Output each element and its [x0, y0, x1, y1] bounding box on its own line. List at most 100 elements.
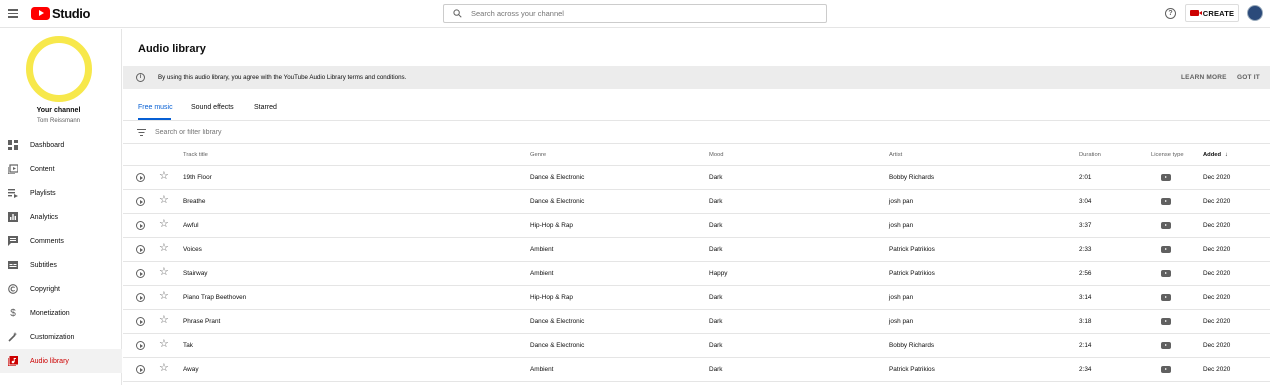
star-icon[interactable]: ☆ [159, 315, 169, 326]
youtube-logo-icon [31, 6, 50, 20]
sidebar-item-playlists[interactable]: Playlists [0, 181, 122, 205]
dashboard-icon [8, 140, 18, 150]
column-genre[interactable]: Genre [530, 152, 546, 158]
youtube-license-icon [1161, 198, 1171, 205]
learn-more-button[interactable]: LEARN MORE [1181, 74, 1227, 81]
sidebar-item-audio-library[interactable]: Audio library [0, 349, 122, 373]
track-artist: Patrick Patrikios [889, 366, 935, 373]
play-icon[interactable] [136, 365, 145, 374]
play-icon[interactable] [136, 173, 145, 182]
star-icon[interactable]: ☆ [159, 243, 169, 254]
youtube-license-icon [1161, 246, 1171, 253]
track-genre: Dance & Electronic [530, 174, 585, 181]
track-added: Dec 2020 [1203, 318, 1231, 325]
track-title: 19th Floor [183, 174, 212, 181]
column-license-type[interactable]: License type [1151, 152, 1184, 158]
sidebar-item-copyright[interactable]: Copyright [0, 277, 122, 301]
play-icon[interactable] [136, 293, 145, 302]
star-icon[interactable]: ☆ [159, 195, 169, 206]
banner-text: By using this audio library, you agree w… [158, 74, 407, 81]
track-duration: 2:34 [1079, 366, 1092, 373]
got-it-button[interactable]: GOT IT [1237, 74, 1260, 81]
channel-search-box[interactable] [443, 4, 827, 23]
track-title: Tak [183, 342, 193, 349]
star-icon[interactable]: ☆ [159, 219, 169, 230]
sidebar-item-monetization[interactable]: $ Monetization [0, 301, 122, 325]
track-mood: Dark [709, 198, 723, 205]
star-icon[interactable]: ☆ [159, 363, 169, 374]
table-row[interactable]: ☆ 19th Floor Dance & Electronic Dark Bobby R… [123, 166, 1270, 190]
table-row[interactable]: ☆ Phrase Prant Dance & Electronic Dark josh … [123, 310, 1270, 334]
track-artist: Patrick Patrikios [889, 246, 935, 253]
account-avatar[interactable] [1247, 5, 1263, 21]
sidebar-item-content[interactable]: Content [0, 157, 122, 181]
table-row[interactable]: ☆ Away Ambient Dark Patrick Patrikios 2:34 Dec… [123, 358, 1270, 382]
sidebar-item-dashboard[interactable]: Dashboard [0, 133, 122, 157]
star-icon[interactable]: ☆ [159, 339, 169, 350]
track-added: Dec 2020 [1203, 270, 1231, 277]
youtube-license-icon [1161, 294, 1171, 301]
track-genre: Ambient [530, 366, 554, 373]
star-icon[interactable]: ☆ [159, 267, 169, 278]
table-row[interactable]: ☆ Stairway Ambient Happy Patrick Patrikios 2:… [123, 262, 1270, 286]
menu-icon[interactable] [8, 9, 18, 18]
track-genre: Dance & Electronic [530, 198, 585, 205]
track-duration: 3:37 [1079, 222, 1092, 229]
channel-avatar[interactable] [26, 36, 92, 102]
copyright-icon [8, 284, 18, 294]
studio-logo[interactable]: Studio [31, 6, 90, 21]
search-input[interactable] [471, 9, 791, 18]
tab-starred[interactable]: Starred [254, 104, 277, 111]
track-genre: Hip-Hop & Rap [530, 294, 573, 301]
content-icon [8, 164, 18, 174]
track-duration: 3:04 [1079, 198, 1092, 205]
sidebar-item-customization[interactable]: Customization [0, 325, 122, 349]
star-icon[interactable]: ☆ [159, 171, 169, 182]
play-icon[interactable] [136, 317, 145, 326]
track-mood: Happy [709, 270, 728, 277]
play-icon[interactable] [136, 245, 145, 254]
filter-input[interactable] [155, 128, 555, 136]
sidebar-item-analytics[interactable]: Analytics [0, 205, 122, 229]
column-duration[interactable]: Duration [1079, 152, 1101, 158]
table-row[interactable]: ☆ Tak Dance & Electronic Dark Bobby Richards… [123, 334, 1270, 358]
track-artist: Bobby Richards [889, 174, 935, 181]
column-artist[interactable]: Artist [889, 152, 902, 158]
track-added: Dec 2020 [1203, 222, 1231, 229]
track-mood: Dark [709, 342, 723, 349]
table-row[interactable]: ☆ Piano Trap Beethoven Hip-Hop & Rap Dark jo… [123, 286, 1270, 310]
help-icon[interactable]: ? [1165, 8, 1176, 19]
play-icon[interactable] [136, 269, 145, 278]
sidebar-item-subtitles[interactable]: Subtitles [0, 253, 122, 277]
table-row[interactable]: ☆ Awful Hip-Hop & Rap Dark josh pan 3:37 Dec 2… [123, 214, 1270, 238]
column-added[interactable]: Added ↓ [1203, 152, 1228, 158]
track-genre: Ambient [530, 246, 554, 253]
comments-icon [8, 236, 18, 246]
play-icon[interactable] [136, 221, 145, 230]
sidebar-item-label: Dashboard [30, 141, 65, 149]
subtitles-icon [8, 260, 18, 270]
column-track-title[interactable]: Track title [183, 152, 208, 158]
search-icon [453, 9, 462, 18]
youtube-license-icon [1161, 318, 1171, 325]
play-icon[interactable] [136, 341, 145, 350]
sidebar-item-comments[interactable]: Comments [0, 229, 122, 253]
track-genre: Dance & Electronic [530, 318, 585, 325]
page-title: Audio library [138, 43, 206, 55]
track-title: Voices [183, 246, 202, 253]
table-row[interactable]: ☆ Breathe Dance & Electronic Dark josh pan 3:… [123, 190, 1270, 214]
sidebar-item-label: Copyright [30, 285, 60, 293]
youtube-license-icon [1161, 366, 1171, 373]
table-row[interactable]: ☆ Voices Ambient Dark Patrick Patrikios 2:33 D… [123, 238, 1270, 262]
tab-free-music[interactable]: Free music [138, 104, 173, 111]
create-button[interactable]: CREATE [1185, 4, 1239, 22]
table-header: Track title Genre Mood Artist Duration L… [123, 144, 1270, 166]
track-added: Dec 2020 [1203, 174, 1231, 181]
play-icon[interactable] [136, 197, 145, 206]
tab-sound-effects[interactable]: Sound effects [191, 104, 234, 111]
star-icon[interactable]: ☆ [159, 291, 169, 302]
column-mood[interactable]: Mood [709, 152, 724, 158]
track-title: Phrase Prant [183, 318, 221, 325]
filter-icon[interactable] [137, 128, 146, 136]
track-title: Away [183, 366, 199, 373]
